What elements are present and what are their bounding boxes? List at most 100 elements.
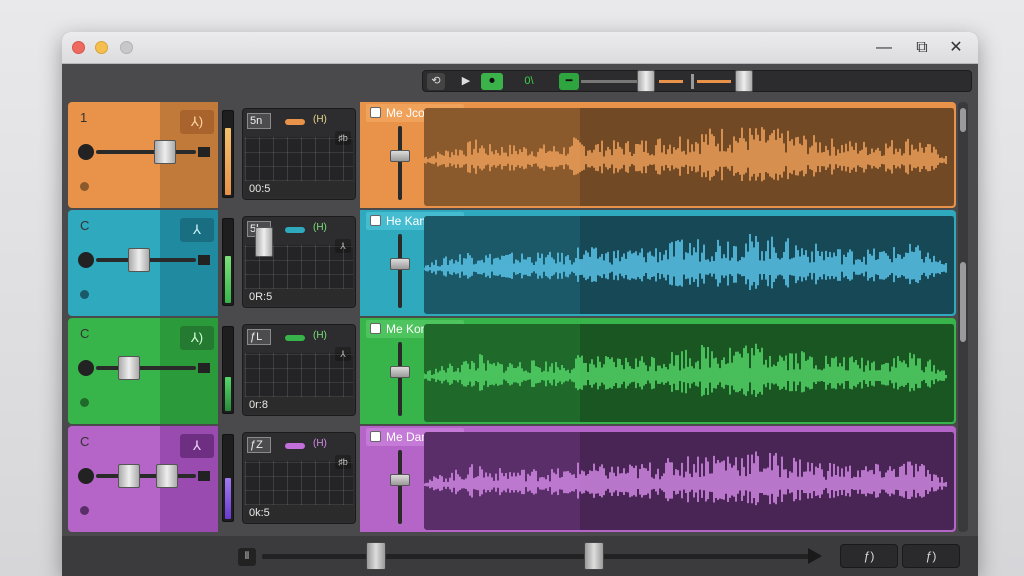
region-vfader-track: [398, 450, 402, 524]
position-thumb[interactable]: [637, 70, 655, 92]
audio-region[interactable]: Me Dame: [360, 426, 956, 532]
status-dot: [80, 182, 89, 191]
timeline-start-thumb[interactable]: [366, 542, 386, 570]
waveform: [424, 432, 954, 530]
timeline-arrow-icon: [808, 548, 822, 564]
scrollbar-thumb-top[interactable]: [960, 108, 966, 132]
end-thumb[interactable]: [735, 70, 753, 92]
waveform: [424, 324, 954, 422]
region-vfader-track: [398, 234, 402, 308]
speaker-icon[interactable]: [198, 147, 210, 157]
plugin-label: ƒZ: [247, 437, 271, 453]
level-meter: [222, 326, 234, 414]
close-traffic-light[interactable]: [72, 41, 85, 54]
title-bar: — ⧉ ✕: [62, 32, 978, 64]
transport-bar: ⟲ ▶ ⏺ 0\ ━: [422, 70, 972, 92]
plugin-value: 0r:8: [245, 397, 353, 413]
minimize-icon[interactable]: —: [874, 38, 894, 58]
track-4: C ⅄ ƒZ (H) ♯b 0k:5 Me Dame: [68, 426, 956, 532]
plugin-value: 0R:5: [245, 289, 353, 305]
record-arm-dot[interactable]: [78, 252, 94, 268]
volume-fader-thumb[interactable]: [118, 464, 140, 488]
volume-fader-thumb[interactable]: [154, 140, 176, 164]
level-meter: [222, 218, 234, 306]
track-2: C ⅄ 5l (H) ⅄ 0R:5 He Kame: [68, 210, 956, 316]
vertical-scrollbar[interactable]: [958, 102, 968, 532]
track-icon-button[interactable]: ⅄): [180, 110, 214, 134]
region-checkbox[interactable]: [370, 323, 381, 334]
status-dot: [80, 506, 89, 515]
track-number: C: [80, 326, 90, 341]
track-3: C ⅄) ƒL (H) ⅄ 0r:8 Me Kome: [68, 318, 956, 424]
region-vfader-thumb[interactable]: [390, 366, 410, 378]
plugin-value: 0k:5: [245, 505, 353, 521]
timeline-bar: ⫴ ƒ) ƒ): [62, 536, 978, 576]
position-track: [581, 80, 637, 83]
maximize-icon[interactable]: ⧉: [912, 38, 932, 58]
speaker-icon[interactable]: [198, 255, 210, 265]
region-checkbox[interactable]: [370, 431, 381, 442]
audio-region[interactable]: Me Kome: [360, 318, 956, 424]
bottom-right-button-2[interactable]: ƒ): [902, 544, 960, 568]
timeline-icon[interactable]: ⫴: [238, 548, 256, 566]
volume-fader-track: [96, 366, 196, 370]
plugin-slot[interactable]: 5n (H) ♯b 00:5: [242, 108, 356, 200]
plugin-value: 00:5: [245, 181, 353, 197]
daw-window: — ⧉ ✕ ⟲ ▶ ⏺ 0\ ━ 1 ⅄) 5n (H) ♯b 00: [62, 32, 978, 576]
waveform: [424, 216, 954, 314]
speaker-icon[interactable]: [198, 363, 210, 373]
timeline-track: [262, 554, 812, 559]
volume-fader-track: [96, 150, 196, 154]
counter-display: 0\: [524, 75, 534, 87]
plugin-tag: (H): [313, 222, 327, 233]
record-arm-dot[interactable]: [78, 468, 94, 484]
speaker-icon[interactable]: [198, 471, 210, 481]
status-dot: [80, 398, 89, 407]
status-dot: [80, 290, 89, 299]
volume-fader-thumb[interactable]: [118, 356, 140, 380]
bottom-right-button-1[interactable]: ƒ): [840, 544, 898, 568]
loop-button[interactable]: ⟲: [427, 73, 445, 90]
pan-fader-thumb[interactable]: [156, 464, 178, 488]
region-checkbox[interactable]: [370, 215, 381, 226]
plugin-fader-thumb[interactable]: [255, 227, 273, 257]
volume-fader-thumb[interactable]: [128, 248, 150, 272]
track-number: C: [80, 218, 90, 233]
record-arm-dot[interactable]: [78, 360, 94, 376]
record-arm-dot[interactable]: [78, 144, 94, 160]
play-icon[interactable]: ▶: [459, 73, 473, 90]
plugin-slot[interactable]: ƒZ (H) ♯b 0k:5: [242, 432, 356, 524]
plugin-slot[interactable]: ƒL (H) ⅄ 0r:8: [242, 324, 356, 416]
close-icon[interactable]: ✕: [946, 38, 966, 58]
plugin-grid: [245, 461, 353, 505]
plugin-tag: (H): [313, 330, 327, 341]
minimize-traffic-light[interactable]: [95, 41, 108, 54]
plugin-grid: [245, 137, 353, 181]
record-button[interactable]: ⏺: [481, 73, 503, 90]
green-marker[interactable]: ━: [559, 73, 579, 90]
region-vfader-thumb[interactable]: [390, 150, 410, 162]
loop-range-right: [697, 80, 731, 83]
region-checkbox[interactable]: [370, 107, 381, 118]
plugin-slot[interactable]: 5l (H) ⅄ 0R:5: [242, 216, 356, 308]
timeline-end-thumb[interactable]: [584, 542, 604, 570]
scrollbar-thumb[interactable]: [960, 262, 966, 342]
track-number: 1: [80, 110, 88, 125]
waveform: [424, 108, 954, 206]
audio-region[interactable]: Me Jcond: [360, 102, 956, 208]
track-icon-button[interactable]: ⅄: [180, 218, 214, 242]
plugin-label: 5n: [247, 113, 271, 129]
audio-region[interactable]: He Kame: [360, 210, 956, 316]
track-icon-button[interactable]: ⅄): [180, 326, 214, 350]
plugin-knob[interactable]: [285, 443, 305, 449]
level-meter: [222, 110, 234, 198]
region-vfader-thumb[interactable]: [390, 258, 410, 270]
track-icon-button[interactable]: ⅄: [180, 434, 214, 458]
plugin-knob[interactable]: [285, 119, 305, 125]
plugin-knob[interactable]: [285, 227, 305, 233]
plugin-tag: (H): [313, 114, 327, 125]
region-vfader-thumb[interactable]: [390, 474, 410, 486]
plugin-knob[interactable]: [285, 335, 305, 341]
track-number: C: [80, 434, 90, 449]
zoom-traffic-light[interactable]: [120, 41, 133, 54]
